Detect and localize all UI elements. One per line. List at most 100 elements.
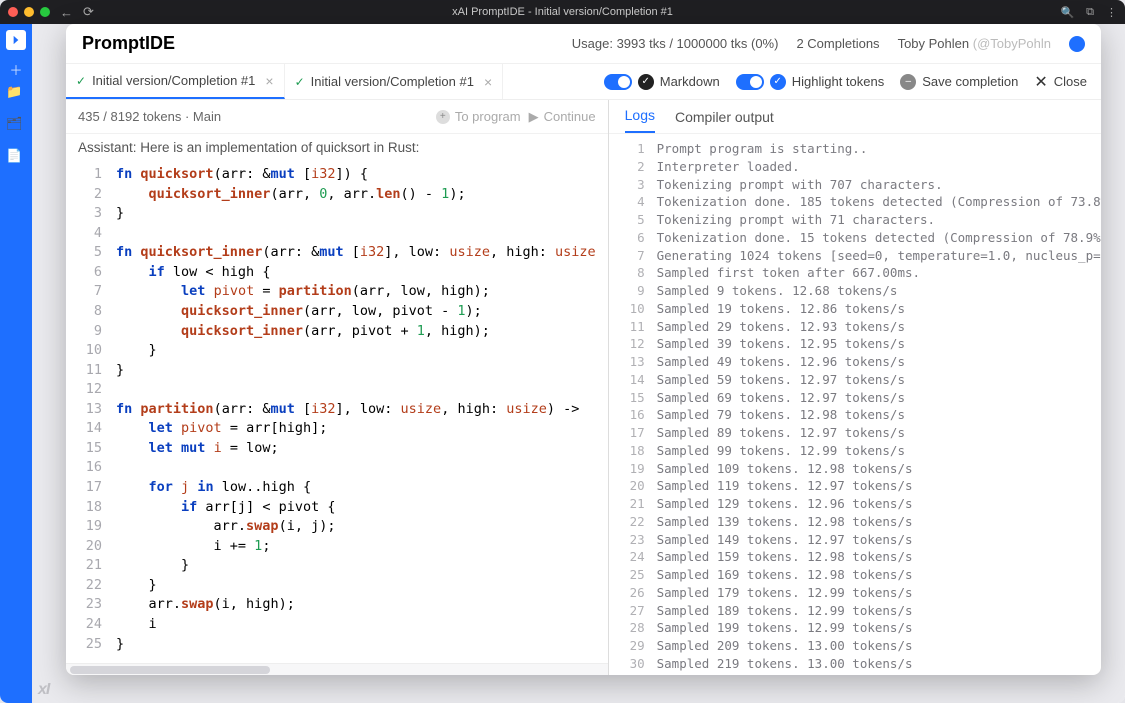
code-content[interactable]: } bbox=[116, 361, 608, 381]
close-icon[interactable]: × bbox=[484, 74, 492, 90]
page-icon[interactable]: 📄 bbox=[6, 148, 23, 164]
log-text: Sampled 29 tokens. 12.93 tokens/s bbox=[657, 318, 1101, 336]
code-content[interactable]: quicksort_inner(arr, 0, arr.len() - 1); bbox=[116, 185, 608, 205]
horizontal-scrollbar[interactable] bbox=[66, 663, 608, 675]
code-content[interactable]: let pivot = arr[high]; bbox=[116, 419, 608, 439]
user-name[interactable]: Toby Pohlen (@TobyPohln bbox=[898, 36, 1051, 51]
code-line[interactable]: 11} bbox=[66, 361, 608, 381]
code-content[interactable]: for j in low..high { bbox=[116, 478, 608, 498]
code-content[interactable]: i += 1; bbox=[116, 537, 608, 557]
line-number: 8 bbox=[609, 264, 657, 282]
markdown-toggle[interactable]: ✓ Markdown bbox=[604, 74, 720, 90]
tab-logs[interactable]: Logs bbox=[625, 107, 655, 133]
code-line[interactable]: 20 i += 1; bbox=[66, 537, 608, 557]
code-line[interactable]: 3} bbox=[66, 204, 608, 224]
code-line[interactable]: 5fn quicksort_inner(arr: &mut [i32], low… bbox=[66, 243, 608, 263]
docs-icon[interactable]: 🗂 bbox=[6, 116, 23, 132]
code-line[interactable]: 24 i bbox=[66, 615, 608, 635]
code-content[interactable]: let pivot = partition(arr, low, high); bbox=[116, 282, 608, 302]
switch-icon[interactable] bbox=[736, 74, 764, 90]
code-line[interactable]: 22 } bbox=[66, 576, 608, 596]
tab-completion-1[interactable]: ✓ Initial version/Completion #1 × bbox=[66, 64, 285, 99]
window-min-dot[interactable] bbox=[24, 7, 34, 17]
code-content[interactable] bbox=[116, 224, 608, 244]
nav-back-icon[interactable]: ← bbox=[60, 5, 73, 20]
code-line[interactable]: 19 arr.swap(i, j); bbox=[66, 517, 608, 537]
folder-icon[interactable]: 📁 bbox=[6, 84, 23, 100]
code-line[interactable]: 1fn quicksort(arr: &mut [i32]) { bbox=[66, 165, 608, 185]
search-icon[interactable]: 🔍 bbox=[1060, 6, 1074, 19]
code-line[interactable]: 18 if arr[j] < pivot { bbox=[66, 498, 608, 518]
nav-reload-icon[interactable]: ⟳ bbox=[83, 4, 94, 20]
code-content[interactable]: quicksort_inner(arr, pivot + 1, high); bbox=[116, 322, 608, 342]
code-line[interactable]: 4 bbox=[66, 224, 608, 244]
code-content[interactable] bbox=[116, 458, 608, 478]
line-number: 5 bbox=[66, 243, 116, 263]
close-icon[interactable]: × bbox=[265, 73, 273, 89]
code-content[interactable]: arr.swap(i, high); bbox=[116, 595, 608, 615]
code-content[interactable]: i bbox=[116, 615, 608, 635]
completions-count[interactable]: 2 Completions bbox=[796, 36, 879, 51]
code-line[interactable]: 8 quicksort_inner(arr, low, pivot - 1); bbox=[66, 302, 608, 322]
code-content[interactable]: fn quicksort(arr: &mut [i32]) { bbox=[116, 165, 608, 185]
extensions-icon[interactable]: ⧉ bbox=[1086, 6, 1094, 19]
switch-icon[interactable] bbox=[604, 74, 632, 90]
traffic-lights[interactable] bbox=[8, 7, 50, 17]
highlight-toggle[interactable]: ✓ Highlight tokens bbox=[736, 74, 885, 90]
code-content[interactable]: fn quicksort_inner(arr: &mut [i32], low:… bbox=[116, 243, 608, 263]
completion-modal: PromptIDE Usage: 3993 tks / 1000000 tks … bbox=[66, 24, 1101, 675]
menu-dots-icon[interactable]: ⋮ bbox=[1106, 6, 1117, 19]
log-text: Tokenizing prompt with 71 characters. bbox=[657, 211, 1101, 229]
code-content[interactable]: if low < high { bbox=[116, 263, 608, 283]
log-text: Sampled 39 tokens. 12.95 tokens/s bbox=[657, 335, 1101, 353]
plus-circle-icon[interactable]: ＋ bbox=[7, 60, 25, 78]
close-button[interactable]: ✕ Close bbox=[1034, 72, 1087, 92]
log-text: Tokenizing prompt with 707 characters. bbox=[657, 176, 1101, 194]
line-number: 17 bbox=[609, 424, 657, 442]
browser-chrome: ← ⟳ xAI PromptIDE - Initial version/Comp… bbox=[0, 0, 1125, 24]
save-completion-button[interactable]: – Save completion bbox=[900, 74, 1018, 90]
log-output[interactable]: 1Prompt program is starting..2Interprete… bbox=[609, 134, 1101, 675]
code-line[interactable]: 16 bbox=[66, 458, 608, 478]
code-line[interactable]: 17 for j in low..high { bbox=[66, 478, 608, 498]
code-content[interactable]: } bbox=[116, 341, 608, 361]
continue-button[interactable]: ▶ Continue bbox=[529, 109, 596, 125]
code-line[interactable]: 23 arr.swap(i, high); bbox=[66, 595, 608, 615]
code-line[interactable]: 14 let pivot = arr[high]; bbox=[66, 419, 608, 439]
code-content[interactable]: let mut i = low; bbox=[116, 439, 608, 459]
user-avatar[interactable] bbox=[1069, 36, 1085, 52]
code-line[interactable]: 9 quicksort_inner(arr, pivot + 1, high); bbox=[66, 322, 608, 342]
code-editor[interactable]: 1fn quicksort(arr: &mut [i32]) {2 quicks… bbox=[66, 161, 608, 663]
code-content[interactable]: } bbox=[116, 204, 608, 224]
code-line[interactable]: 13fn partition(arr: &mut [i32], low: usi… bbox=[66, 400, 608, 420]
code-content[interactable] bbox=[116, 380, 608, 400]
line-number: 20 bbox=[66, 537, 116, 557]
code-content[interactable]: fn partition(arr: &mut [i32], low: usize… bbox=[116, 400, 608, 420]
code-line[interactable]: 2 quicksort_inner(arr, 0, arr.len() - 1)… bbox=[66, 185, 608, 205]
code-content[interactable]: } bbox=[116, 576, 608, 596]
log-line: 5Tokenizing prompt with 71 characters. bbox=[609, 211, 1101, 229]
code-line[interactable]: 10 } bbox=[66, 341, 608, 361]
code-line[interactable]: 21 } bbox=[66, 556, 608, 576]
code-content[interactable]: arr.swap(i, j); bbox=[116, 517, 608, 537]
prompt-icon[interactable] bbox=[6, 30, 26, 50]
code-line[interactable]: 12 bbox=[66, 380, 608, 400]
code-content[interactable]: } bbox=[116, 635, 608, 655]
code-content[interactable]: quicksort_inner(arr, low, pivot - 1); bbox=[116, 302, 608, 322]
code-line[interactable]: 15 let mut i = low; bbox=[66, 439, 608, 459]
scrollbar-thumb[interactable] bbox=[70, 666, 270, 674]
token-info: 435 / 8192 tokens · Main bbox=[78, 109, 221, 124]
line-number: 10 bbox=[66, 341, 116, 361]
code-line[interactable]: 6 if low < high { bbox=[66, 263, 608, 283]
to-program-button[interactable]: + To program bbox=[436, 109, 521, 124]
tab-compiler-output[interactable]: Compiler output bbox=[675, 109, 774, 133]
code-content[interactable]: if arr[j] < pivot { bbox=[116, 498, 608, 518]
tab-completion-2[interactable]: ✓ Initial version/Completion #1 × bbox=[285, 64, 504, 99]
code-line[interactable]: 25} bbox=[66, 635, 608, 655]
code-line[interactable]: 7 let pivot = partition(arr, low, high); bbox=[66, 282, 608, 302]
window-close-dot[interactable] bbox=[8, 7, 18, 17]
check-circle-icon: ✓ bbox=[638, 74, 654, 90]
window-max-dot[interactable] bbox=[40, 7, 50, 17]
code-content[interactable]: } bbox=[116, 556, 608, 576]
line-number: 8 bbox=[66, 302, 116, 322]
